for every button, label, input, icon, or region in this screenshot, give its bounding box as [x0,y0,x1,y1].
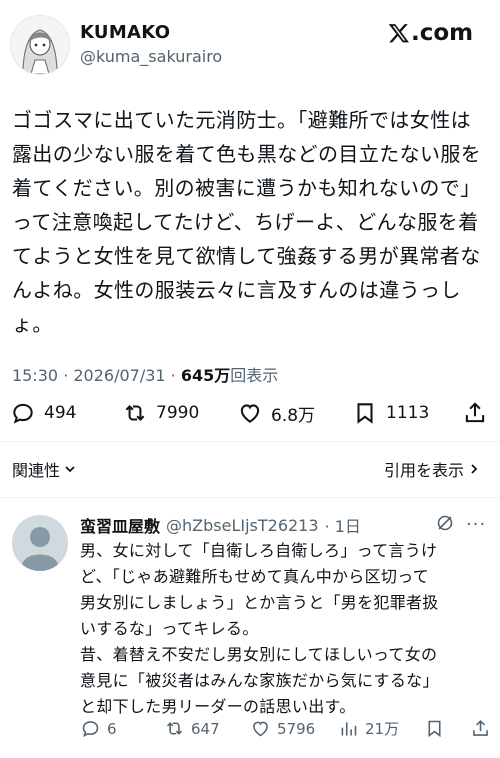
reply-handle[interactable]: @hZbseLIjsT26213 [166,516,319,535]
bookmark-count: 1113 [386,403,430,423]
anime-girl-avatar-icon [11,16,69,74]
reply-author-avatar[interactable] [12,515,68,571]
retweet-icon [166,722,183,735]
reply-text-line: 意見に「被災者はみんな家族だから気にするな」 [80,671,439,690]
tweet-text-line: んよね。女性の服装云々に言及すんのは違うっし [12,278,461,302]
tweet-text: ゴゴスマに出ていた元消防士。「避難所では女性は 露出の少ない服を着て色も黒などの… [12,103,494,341]
retweet-icon [125,405,145,421]
reply-time[interactable]: · 1日 [325,513,361,537]
analytics-icon [341,722,357,736]
reply-views-button[interactable]: 21万 [338,718,399,739]
reply-text-line: 男、女に対して「自衛しろ自衛しろ」って言うけ [80,541,438,560]
reply-reply-button[interactable]: 6 [80,718,117,739]
reply-icon [82,721,99,737]
sort-relevance-dropdown[interactable]: 関連性 [12,457,76,481]
share-button[interactable] [462,400,488,426]
heart-icon [240,404,260,423]
reply-retweet-count: 647 [191,719,220,738]
reply-header: 蛮習皿屋敷 @hZbseLIjsT26213 · 1日 [80,513,361,537]
share-icon [465,402,485,423]
reply-bookmark-button[interactable] [424,718,445,739]
view-label: 回表示 [230,366,279,385]
retweet-button[interactable]: 7990 [122,400,199,426]
view-count: 645万 [180,366,231,385]
reply-icon [13,403,33,424]
quotes-label: 引用を表示 [384,461,465,480]
reply-text: 男、女に対して「自衛しろ自衛しろ」って言うけ ど、「じゃあ避難所もせめて真ん中か… [80,538,494,720]
reply-text-line: 男女別にしましょう」とか言うと「男を犯罪者扱 [80,593,439,612]
author-display-name[interactable]: KUMAKO [80,22,170,43]
reply-reply-count: 6 [107,719,117,738]
bookmark-icon [428,720,441,738]
tweet-text-line: てようと女性を見て欲情して強姦する男が異常者な [12,244,481,268]
chevron-down-icon [65,466,75,473]
tweet-action-bar: 494 7990 6.8万 1113 [10,400,490,430]
share-icon [473,719,488,736]
reply-like-button[interactable]: 5796 [250,718,315,739]
x-com-logo: .com [388,20,473,46]
more-options-icon[interactable]: ··· [466,514,486,535]
reply-text-line: と却下した男リーダーの話思い出す。 [80,697,356,716]
author-avatar[interactable] [10,15,70,75]
divider [0,497,500,498]
reply-share-button[interactable] [470,718,491,739]
tweet-text-line: ょ。 [12,312,53,336]
bookmark-icon [357,403,373,424]
grok-icon[interactable] [435,513,455,533]
reply-view-count: 21万 [365,720,400,738]
tweet-text-line: 露出の少ない服を着て色も黒などの目立たない服を [12,142,482,166]
like-button[interactable]: 6.8万 [237,400,315,426]
reply-like-count: 5796 [277,719,316,738]
reply-action-bar: 6 647 5796 21万 [80,718,494,744]
reply-text-line: いするな」ってキレる。 [80,619,259,638]
tweet-text-line: って注意喚起してたけど、ちげーよ、どんな服を着 [12,210,479,234]
sort-label: 関連性 [12,461,61,480]
like-count: 6.8万 [271,405,316,426]
tweet-meta: 15:30 · 2026/07/31 · 645万回表示 [12,362,278,386]
reply-display-name[interactable]: 蛮習皿屋敷 [80,513,160,537]
tweet-text-line: ゴゴスマに出ていた元消防士。「避難所では女性は [12,108,471,132]
default-avatar-icon [12,515,68,571]
reply-text-line: 昔、着替え不安だし男女別にしてほしいって女の [80,645,438,664]
author-handle[interactable]: @kuma_sakurairo [80,47,222,66]
reply-button[interactable]: 494 [10,400,76,426]
view-quotes-link[interactable]: 引用を表示 [384,457,480,481]
divider [0,441,500,442]
heart-icon [253,721,268,737]
x-logo-icon [388,24,409,43]
reply-text-line: ど、「じゃあ避難所もせめて真ん中から区切って [80,567,430,586]
bookmark-button[interactable]: 1113 [352,400,429,426]
chevron-right-icon [471,464,478,474]
reply-retweet-button[interactable]: 647 [164,718,220,739]
tweet-timestamp[interactable]: 15:30 · 2026/07/31 · [12,366,181,385]
retweet-count: 7990 [156,403,200,423]
tweet-text-line: 着てください。別の被害に遭うかも知れないので」 [12,176,481,200]
x-com-text: .com [411,20,474,46]
reply-count: 494 [44,403,77,423]
